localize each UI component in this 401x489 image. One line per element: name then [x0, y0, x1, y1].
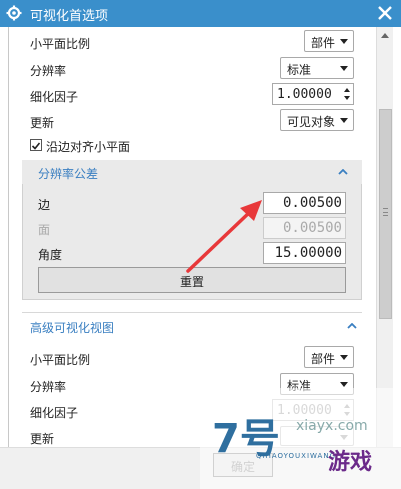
angle-tolerance-value: 15.00000 — [274, 245, 342, 261]
align-facets-label: 沿边对齐小平面 — [46, 140, 131, 154]
collapse-icon[interactable] — [338, 169, 348, 175]
edge-tolerance-value: 0.00500 — [282, 195, 342, 211]
resolution-value: 标准 — [287, 63, 312, 77]
title-bar: 可视化首选项 — [0, 0, 401, 27]
ok-button[interactable]: 确定 — [213, 453, 273, 477]
advanced-view-title: 高级可视化视图 — [30, 321, 115, 335]
grip-icon — [383, 208, 388, 216]
facet-ratio-label: 小平面比例 — [30, 37, 91, 51]
advanced-resolution-label: 分辨率 — [30, 380, 67, 394]
angle-tolerance-input[interactable]: 15.00000 — [263, 242, 346, 264]
facet-ratio-value: 部件 — [311, 36, 336, 50]
panel-border — [8, 27, 9, 447]
section-divider — [22, 312, 362, 313]
advanced-refine-factor-label: 细化因子 — [30, 406, 79, 420]
collapse-icon[interactable] — [347, 323, 357, 329]
advanced-refine-factor-value: 1.00000 — [277, 403, 332, 418]
tolerance-group-title: 分辨率公差 — [38, 167, 99, 181]
edge-tolerance-input[interactable]: 0.00500 — [263, 192, 346, 214]
face-label: 面 — [38, 223, 51, 237]
checkmark-icon — [31, 142, 41, 150]
spinner-arrows-icon[interactable] — [343, 402, 351, 418]
chevron-down-icon — [340, 355, 348, 360]
refine-factor-spinner[interactable]: 1.00000 — [272, 83, 354, 105]
advanced-facet-ratio-label: 小平面比例 — [30, 353, 91, 367]
advanced-update-dropdown[interactable] — [280, 426, 354, 446]
edge-label: 边 — [38, 198, 51, 212]
refine-factor-value: 1.00000 — [277, 87, 332, 102]
advanced-update-label: 更新 — [30, 432, 55, 446]
vertical-scrollbar[interactable] — [376, 27, 393, 447]
chevron-down-icon — [340, 118, 348, 123]
update-dropdown[interactable]: 可见对象 — [280, 109, 354, 131]
scrollbar-thumb[interactable] — [379, 109, 392, 319]
spinner-arrows-icon[interactable] — [343, 86, 351, 102]
resolution-label: 分辨率 — [30, 64, 67, 78]
update-value: 可见对象 — [287, 115, 336, 129]
window-title: 可视化首选项 — [30, 9, 109, 24]
chevron-down-icon — [340, 382, 348, 387]
advanced-resolution-value: 标准 — [287, 379, 312, 393]
advanced-facet-ratio-dropdown[interactable]: 部件 — [304, 346, 354, 368]
align-facets-checkbox[interactable] — [30, 139, 42, 151]
close-icon[interactable] — [377, 5, 393, 21]
chevron-down-icon — [340, 39, 348, 44]
reset-button[interactable]: 重置 — [38, 267, 346, 293]
tolerance-group-header[interactable]: 分辨率公差 — [22, 160, 362, 184]
chevron-down-icon — [340, 435, 348, 440]
refine-factor-label: 细化因子 — [30, 90, 79, 104]
scroll-up-icon[interactable] — [381, 33, 389, 38]
update-label: 更新 — [30, 116, 55, 130]
advanced-resolution-dropdown[interactable]: 标准 — [280, 373, 354, 395]
advanced-refine-factor-spinner[interactable]: 1.00000 — [272, 399, 354, 421]
chevron-down-icon — [340, 66, 348, 71]
resolution-dropdown[interactable]: 标准 — [280, 57, 354, 79]
facet-ratio-dropdown[interactable]: 部件 — [304, 30, 354, 52]
advanced-facet-ratio-value: 部件 — [311, 352, 336, 366]
dialog-footer — [0, 447, 401, 489]
angle-label: 角度 — [38, 248, 63, 262]
face-tolerance-input[interactable]: 0.00500 — [263, 217, 346, 239]
face-tolerance-value: 0.00500 — [282, 220, 342, 236]
gear-icon — [6, 5, 22, 21]
